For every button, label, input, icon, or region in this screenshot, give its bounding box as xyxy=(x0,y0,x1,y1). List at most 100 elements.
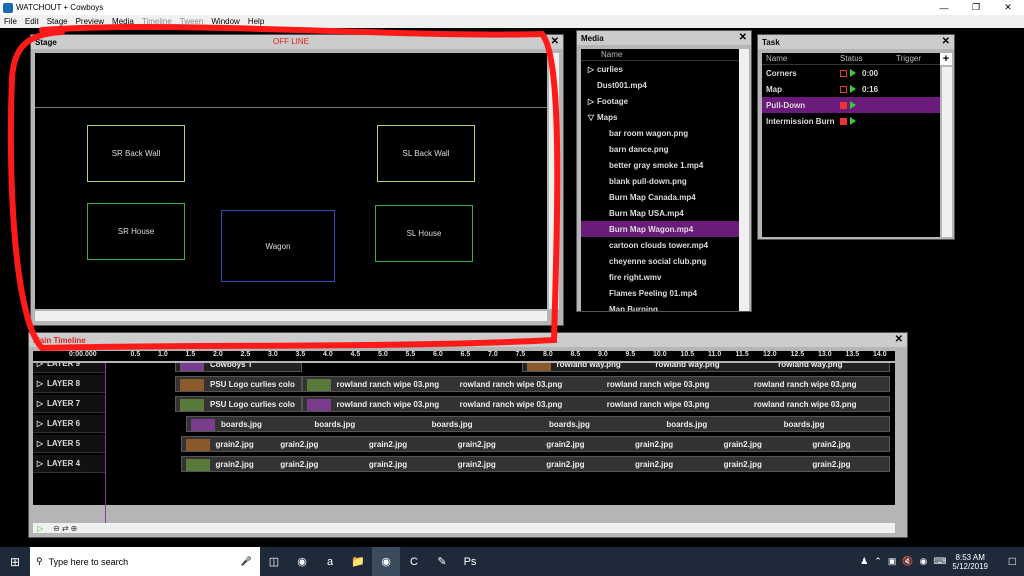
stop-icon[interactable] xyxy=(840,101,847,109)
task-row[interactable]: Corners 0:00 xyxy=(762,65,940,81)
play-icon[interactable] xyxy=(850,101,856,109)
close-button[interactable]: ✕ xyxy=(992,0,1024,15)
media-item[interactable]: barn dance.png xyxy=(581,141,739,157)
media-item[interactable]: cheyenne social club.png xyxy=(581,253,739,269)
media-item[interactable]: better gray smoke 1.mp4 xyxy=(581,157,739,173)
menu-help[interactable]: Help xyxy=(244,17,268,26)
media-item[interactable]: Dust001.mp4 xyxy=(581,77,739,93)
zoom-fit-icon[interactable]: ⇄ xyxy=(62,524,69,533)
layer-label[interactable]: ▷ LAYER 7 xyxy=(33,395,105,413)
menu-stage[interactable]: Stage xyxy=(43,17,72,26)
menu-edit[interactable]: Edit xyxy=(21,17,43,26)
notification-icon[interactable]: □ xyxy=(1009,554,1016,568)
timeline-cue[interactable]: PSU Logo curlies colo xyxy=(175,396,302,412)
playhead[interactable] xyxy=(105,363,106,533)
task-row[interactable]: Map 0:16 xyxy=(762,81,940,97)
timeline-cue[interactable]: grain2.jpg grain2.jpg grain2.jpg grain2.jpg… xyxy=(180,436,890,452)
display-sl-back-wall[interactable]: SL Back Wall xyxy=(377,125,475,182)
microphone-icon[interactable]: 🎤 xyxy=(241,556,252,567)
expand-arrow-icon[interactable]: ▷ xyxy=(33,419,47,428)
stop-icon[interactable] xyxy=(840,117,847,125)
task-col-name[interactable]: Name xyxy=(762,54,840,63)
expand-arrow-icon[interactable]: ▷ xyxy=(33,379,47,388)
file-explorer-icon[interactable]: 📁 xyxy=(344,547,372,576)
task-view-icon[interactable]: ◫ xyxy=(260,547,288,576)
zoom-out-icon[interactable]: ⊖ xyxy=(53,524,60,533)
media-item[interactable]: cartoon clouds tower.mp4 xyxy=(581,237,739,253)
close-icon[interactable]: ✕ xyxy=(942,36,950,47)
play-icon[interactable]: ▷ xyxy=(37,524,43,533)
stop-icon[interactable] xyxy=(840,85,847,93)
stop-icon[interactable] xyxy=(840,69,847,77)
close-icon[interactable]: ✕ xyxy=(739,32,747,43)
notes-icon[interactable]: ✎ xyxy=(428,547,456,576)
media-item[interactable]: Burn Map Wagon.mp4 xyxy=(581,221,739,237)
timeline-cue[interactable]: boards.jpg boards.jpg boards.jpg boards.jpg… xyxy=(186,416,890,432)
keyboard-icon[interactable]: ⌨ xyxy=(933,556,946,567)
media-item[interactable]: ▷ Footage xyxy=(581,93,739,109)
stage-vertical-scrollbar[interactable] xyxy=(549,53,559,309)
media-item[interactable]: blank pull-down.png xyxy=(581,173,739,189)
photoshop-icon[interactable]: Ps xyxy=(456,547,484,576)
timeline-cue[interactable]: rowland ranch wipe 03.png rowland ranch w… xyxy=(301,396,890,412)
media-item[interactable]: Burn Map USA.mp4 xyxy=(581,205,739,221)
timeline-ruler[interactable]: 0:00.000 0.5 1.0 1.5 2.0 2.5 3.0 3.5 4.0 4.5 5.0 5… xyxy=(33,351,895,361)
menu-window[interactable]: Window xyxy=(207,17,243,26)
close-icon[interactable]: ✕ xyxy=(551,36,559,47)
timeline-cue[interactable]: rowland ranch wipe 03.png rowland ranch w… xyxy=(301,376,890,392)
chrome-icon[interactable]: ◉ xyxy=(288,547,316,576)
menu-timeline[interactable]: Timeline xyxy=(138,17,176,26)
windows-start-icon[interactable]: ⊞ xyxy=(0,555,30,569)
layer-label[interactable]: ▷ LAYER 5 xyxy=(33,435,105,453)
chevron-up-icon[interactable]: ⌃ xyxy=(874,556,882,567)
play-icon[interactable] xyxy=(850,117,856,125)
maximize-button[interactable]: ❐ xyxy=(960,0,992,15)
media-item[interactable]: ▽ Maps xyxy=(581,109,739,125)
media-item[interactable]: Burn Map Canada.mp4 xyxy=(581,189,739,205)
expand-arrow-icon[interactable]: ▷ xyxy=(33,439,47,448)
expand-arrow-icon[interactable]: ▷ xyxy=(585,97,597,106)
task-row[interactable]: Intermission Burn xyxy=(762,113,940,129)
play-icon[interactable] xyxy=(850,69,856,77)
camtasia-icon[interactable]: C xyxy=(400,547,428,576)
timeline-cue[interactable]: grain2.jpg grain2.jpg grain2.jpg grain2.jpg… xyxy=(180,456,890,472)
media-column-header[interactable]: Name xyxy=(581,49,739,61)
layer-label[interactable]: ▷ LAYER 4 xyxy=(33,455,105,473)
media-item[interactable]: Map Burning xyxy=(581,301,739,312)
display-sr-house[interactable]: SR House xyxy=(87,203,185,260)
watchout-icon[interactable]: ◉ xyxy=(372,547,400,576)
task-row[interactable]: Pull-Down xyxy=(762,97,940,113)
media-vertical-scrollbar[interactable] xyxy=(739,49,749,311)
menu-file[interactable]: File xyxy=(0,17,21,26)
minimize-button[interactable]: — xyxy=(928,0,960,15)
menu-media[interactable]: Media xyxy=(108,17,138,26)
media-item[interactable]: Flames Peeling 01.mp4 xyxy=(581,285,739,301)
expand-arrow-icon[interactable]: ▷ xyxy=(33,363,47,368)
stage-horizontal-scrollbar[interactable] xyxy=(35,311,547,321)
task-vertical-scrollbar[interactable] xyxy=(942,67,952,237)
display-sr-back-wall[interactable]: SR Back Wall xyxy=(87,125,185,182)
layer-label[interactable]: ▷ LAYER 9 xyxy=(33,363,105,373)
add-task-button[interactable]: + xyxy=(940,53,952,65)
task-col-status[interactable]: Status xyxy=(840,54,896,63)
media-item[interactable]: ▷ curlies xyxy=(581,61,739,77)
task-col-trigger[interactable]: Trigger xyxy=(896,54,921,63)
media-item[interactable]: bar room wagon.png xyxy=(581,125,739,141)
expand-arrow-icon[interactable]: ▷ xyxy=(585,65,597,74)
display-sl-house[interactable]: SL House xyxy=(375,205,473,262)
taskbar-clock[interactable]: 8:53 AM 5/12/2019 xyxy=(952,553,988,571)
zoom-in-icon[interactable]: ⊕ xyxy=(71,524,78,533)
stage-canvas[interactable]: SR Back Wall SL Back Wall SR House Wagon SL … xyxy=(35,53,547,309)
timeline-cue[interactable]: PSU Logo curlies colo xyxy=(175,376,302,392)
taskbar-search[interactable]: ⚲ Type here to search 🎤 xyxy=(30,547,260,576)
layer-label[interactable]: ▷ LAYER 6 xyxy=(33,415,105,433)
display-wagon[interactable]: Wagon xyxy=(221,210,335,282)
collapse-arrow-icon[interactable]: ▽ xyxy=(585,113,597,122)
antivirus-icon[interactable]: ◉ xyxy=(920,556,928,567)
people-icon[interactable]: ♟ xyxy=(860,556,868,567)
amazon-icon[interactable]: a xyxy=(316,547,344,576)
media-item[interactable]: fire right.wmv xyxy=(581,269,739,285)
timeline-cue[interactable]: Cowboys T xyxy=(175,363,302,372)
timeline-cue[interactable]: rowland way.png rowland way.png rowland wa… xyxy=(521,363,890,372)
network-icon[interactable]: ▣ xyxy=(888,556,897,567)
